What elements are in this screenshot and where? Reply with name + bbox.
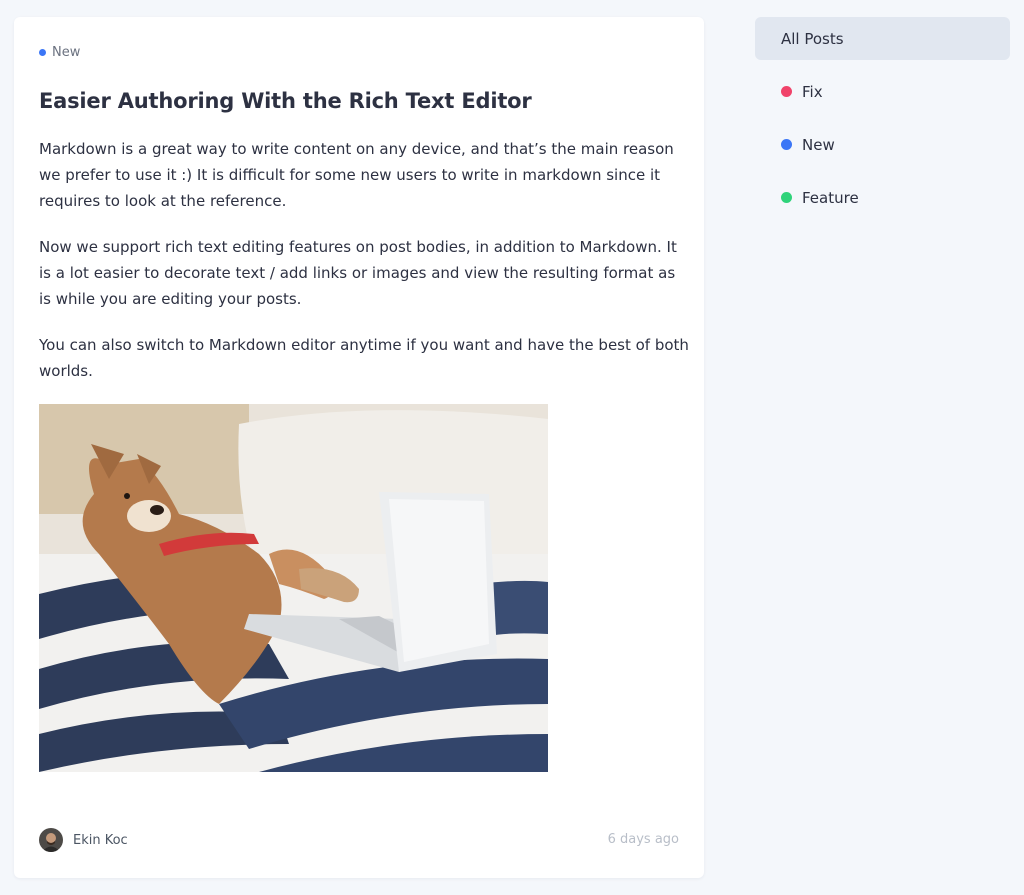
dog-with-laptop-illustration [39,404,548,772]
post-tag-label: New [52,45,81,60]
new-dot-icon [781,139,792,150]
post-body: Markdown is a great way to write content… [39,136,689,404]
post-title: Easier Authoring With the Rich Text Edit… [39,89,532,113]
tag-dot-icon [39,49,46,56]
category-sidebar: All Posts Fix New Feature [755,17,1010,229]
post-timestamp: 6 days ago [607,832,679,847]
sidebar-item-all-posts[interactable]: All Posts [755,17,1010,60]
post-paragraph: Now we support rich text editing feature… [39,238,677,308]
post-paragraph: You can also switch to Markdown editor a… [39,336,689,380]
sidebar-item-fix[interactable]: Fix [755,70,1010,113]
sidebar-item-label: New [802,135,835,154]
sidebar-item-feature[interactable]: Feature [755,176,1010,219]
sidebar-item-label: Fix [802,82,823,101]
fix-dot-icon [781,86,792,97]
sidebar-item-label: Feature [802,188,859,207]
sidebar-item-new[interactable]: New [755,123,1010,166]
feature-dot-icon [781,192,792,203]
post-paragraph: Markdown is a great way to write content… [39,140,674,210]
post-card: New Easier Authoring With the Rich Text … [14,17,704,878]
post-image [39,404,548,772]
post-author[interactable]: Ekin Koc [39,828,128,852]
post-tag[interactable]: New [39,45,80,60]
changelog-page: New Easier Authoring With the Rich Text … [0,0,1024,895]
author-name: Ekin Koc [73,832,128,848]
sidebar-item-label: All Posts [781,29,844,48]
author-avatar [39,828,63,852]
